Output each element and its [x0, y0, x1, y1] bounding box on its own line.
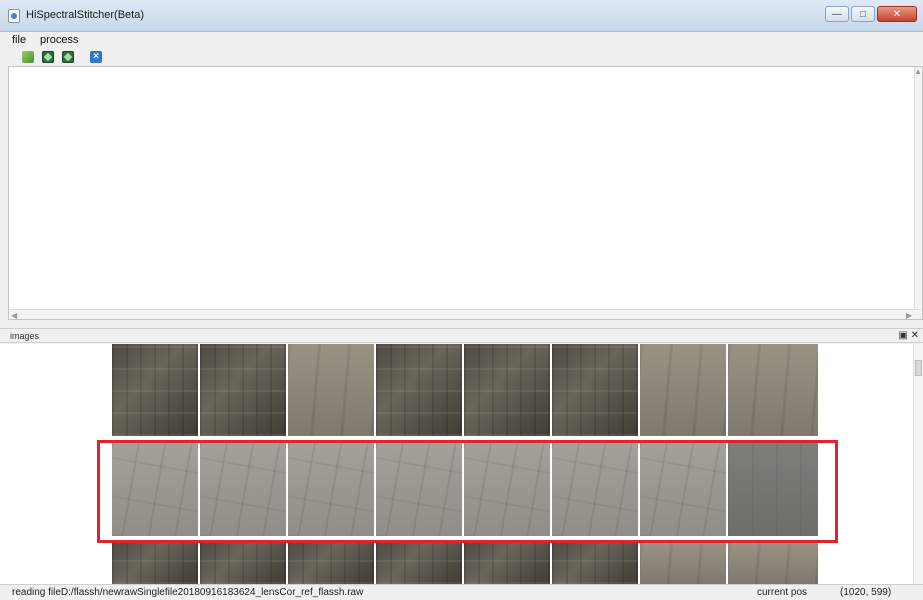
vertical-scrollbar[interactable]: ▲	[914, 67, 922, 311]
status-message: reading fileD:/flassh/newrawSinglefile20…	[12, 587, 364, 598]
status-bar: reading fileD:/flassh/newrawSinglefile20…	[0, 584, 923, 600]
scroll-right-icon[interactable]: ▶	[906, 311, 912, 320]
window-controls: — □ ✕	[825, 6, 917, 22]
maximize-button[interactable]: □	[851, 6, 875, 22]
thumbnail-image[interactable]	[728, 440, 818, 536]
stitch-canvas[interactable]: ▲ ◀ ▶	[8, 66, 923, 320]
toolbar: ×	[0, 48, 923, 66]
thumbnail-image[interactable]	[376, 440, 462, 536]
thumbnail-image[interactable]	[288, 440, 374, 536]
thumbnail-image[interactable]	[640, 542, 726, 584]
thumbnail-image[interactable]	[112, 440, 198, 536]
current-pos-value: (1020, 599)	[840, 587, 892, 598]
thumbnail-image[interactable]	[640, 344, 726, 436]
images-panel-header: images ▣ ✕	[0, 328, 923, 343]
thumbnail-image[interactable]	[376, 344, 462, 436]
thumbnail-image[interactable]	[112, 344, 198, 436]
thumbnail-image[interactable]	[288, 344, 374, 436]
thumbnail-image[interactable]	[728, 344, 818, 436]
thumbnail-image[interactable]	[464, 440, 550, 536]
thumbnail-image[interactable]	[200, 344, 286, 436]
thumbnail-image[interactable]	[200, 542, 286, 584]
thumbnail-image[interactable]	[552, 344, 638, 436]
dock-float-icon[interactable]: ▣ ✕	[898, 330, 919, 341]
scroll-left-icon[interactable]: ◀	[11, 311, 17, 320]
thumbnail-image[interactable]	[112, 542, 198, 584]
folder-open-icon[interactable]	[22, 51, 34, 63]
window-title-bar[interactable]: HiSpectralStitcher(Beta) — □ ✕	[0, 0, 923, 32]
images-panel[interactable]	[0, 344, 923, 584]
menu-process[interactable]: process	[40, 34, 79, 46]
thumbnail-image[interactable]	[552, 440, 638, 536]
map-icon[interactable]	[42, 51, 54, 63]
thumbnail-image[interactable]	[640, 440, 726, 536]
app-icon	[8, 9, 20, 23]
scroll-up-icon[interactable]: ▲	[914, 67, 922, 76]
minimize-button[interactable]: —	[825, 6, 849, 22]
thumbnail-image[interactable]	[376, 542, 462, 584]
thumbnail-image[interactable]	[464, 344, 550, 436]
close-button[interactable]: ✕	[877, 6, 917, 22]
menu-bar: file process	[0, 32, 923, 48]
window-title: HiSpectralStitcher(Beta)	[26, 9, 144, 21]
close-x-icon[interactable]: ×	[90, 51, 102, 63]
menu-file[interactable]: file	[12, 34, 26, 46]
image-thumbnail-grid[interactable]	[112, 344, 818, 584]
images-vertical-scrollbar[interactable]	[913, 344, 923, 584]
current-pos-label: current pos	[757, 587, 808, 598]
map-alt-icon[interactable]	[62, 51, 74, 63]
thumbnail-image[interactable]	[552, 542, 638, 584]
thumbnail-image[interactable]	[288, 542, 374, 584]
scrollbar-thumb[interactable]	[915, 360, 922, 376]
images-panel-title: images	[10, 331, 40, 341]
thumbnail-image[interactable]	[464, 542, 550, 584]
horizontal-scrollbar[interactable]: ◀ ▶	[9, 309, 922, 320]
thumbnail-image[interactable]	[728, 542, 818, 584]
thumbnail-image[interactable]	[200, 440, 286, 536]
